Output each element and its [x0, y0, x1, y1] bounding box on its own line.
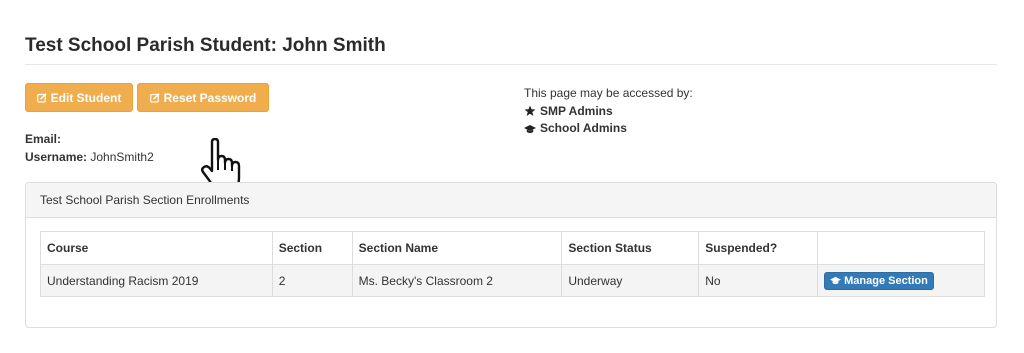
enrollments-panel: Test School Parish Section Enrollments C…	[25, 182, 997, 328]
column-header-section-name: Section Name	[351, 231, 563, 265]
edit-icon	[149, 92, 160, 103]
graduation-cap-icon	[524, 124, 536, 133]
access-role-label: School Admins	[540, 121, 627, 135]
email-row: Email:	[25, 131, 154, 149]
cell-section: 2	[271, 264, 353, 297]
student-info: Email: Username: JohnSmith2	[25, 131, 154, 166]
username-row: Username: JohnSmith2	[25, 149, 154, 167]
enrollments-heading: Test School Parish Section Enrollments	[26, 183, 996, 218]
star-icon	[524, 105, 536, 117]
cell-actions: Manage Section	[817, 264, 985, 297]
email-label: Email:	[25, 132, 62, 146]
access-info: This page may be accessed by: SMP Admins…	[524, 85, 693, 138]
column-header-actions	[817, 231, 985, 265]
username-value: JohnSmith2	[90, 149, 154, 164]
manage-section-button[interactable]: Manage Section	[824, 271, 934, 290]
edit-student-label: Edit Student	[50, 90, 122, 105]
column-header-section: Section	[271, 231, 353, 265]
column-header-suspended: Suspended?	[698, 231, 819, 265]
page-title: Test School Parish Student: John Smith	[25, 35, 386, 56]
column-header-section-status: Section Status	[561, 231, 700, 265]
cell-section-name: Ms. Becky's Classroom 2	[351, 264, 563, 297]
access-role-school-admins: School Admins	[524, 120, 693, 138]
cell-suspended: No	[698, 264, 819, 297]
cell-course: Understanding Racism 2019	[40, 264, 273, 297]
column-header-course: Course	[40, 231, 273, 265]
access-intro: This page may be accessed by:	[524, 86, 693, 100]
edit-student-button[interactable]: Edit Student	[25, 83, 133, 112]
reset-password-button[interactable]: Reset Password	[137, 83, 269, 112]
cell-section-status: Underway	[561, 264, 700, 297]
table-header-row: Course Section Section Name Section Stat…	[40, 231, 985, 265]
reset-password-label: Reset Password	[163, 90, 257, 105]
access-role-smp-admins: SMP Admins	[524, 103, 693, 121]
username-label: Username:	[25, 149, 88, 164]
graduation-cap-icon	[830, 276, 842, 284]
manage-section-label: Manage Section	[844, 274, 928, 287]
access-role-label: SMP Admins	[540, 103, 613, 118]
table-row: Understanding Racism 2019 2 Ms. Becky's …	[40, 264, 985, 297]
title-divider	[25, 64, 997, 65]
edit-icon	[36, 92, 47, 103]
enrollments-table: Course Section Section Name Section Stat…	[40, 231, 985, 297]
